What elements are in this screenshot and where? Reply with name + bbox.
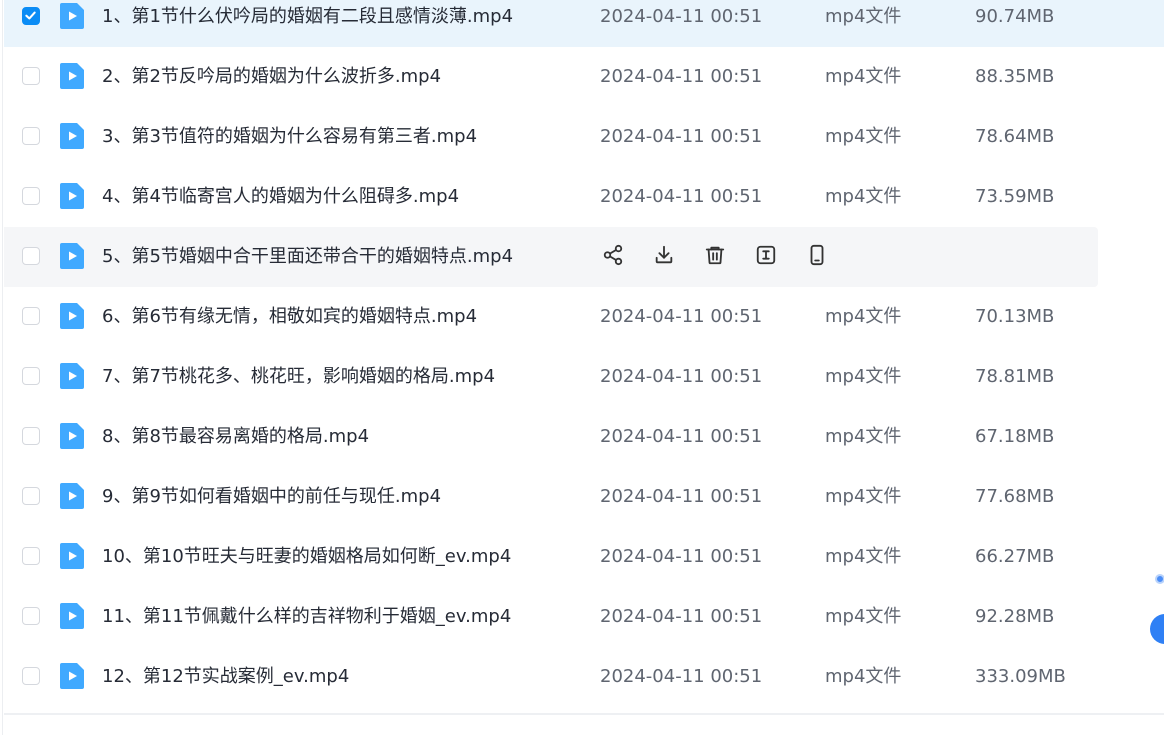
modified-date: 2024-04-11 00:51 xyxy=(600,546,763,567)
modified-date: 2024-04-11 00:51 xyxy=(600,126,763,147)
modified-date: 2024-04-11 00:51 xyxy=(600,426,763,447)
rename-icon xyxy=(755,244,777,270)
video-file-icon xyxy=(60,483,84,509)
video-file-icon xyxy=(60,3,84,29)
download-icon xyxy=(653,244,675,270)
file-list: 1、第1节什么伏吟局的婚姻有二段且感情淡薄.mp4 2024-04-11 00:5… xyxy=(4,0,1164,707)
video-file-icon xyxy=(60,423,84,449)
modified-date: 2024-04-11 00:51 xyxy=(600,666,763,687)
video-file-icon xyxy=(60,543,84,569)
modified-date: 2024-04-11 00:51 xyxy=(600,66,763,87)
video-file-icon xyxy=(60,183,84,209)
file-type: mp4文件 xyxy=(825,366,902,387)
video-file-icon xyxy=(60,303,84,329)
row-checkbox[interactable] xyxy=(22,427,40,445)
file-row[interactable]: 5、第5节婚姻中合干里面还带合干的婚姻特点.mp4 xyxy=(4,227,1098,287)
file-size: 67.18MB xyxy=(975,426,1055,447)
file-type: mp4文件 xyxy=(825,486,902,507)
panel-border xyxy=(2,0,3,735)
modified-date: 2024-04-11 00:51 xyxy=(600,6,763,27)
row-checkbox[interactable] xyxy=(22,367,40,385)
file-size: 90.74MB xyxy=(975,6,1055,27)
file-type: mp4文件 xyxy=(825,606,902,627)
list-bottom-divider xyxy=(4,713,1164,715)
file-type: mp4文件 xyxy=(825,6,902,27)
modified-date: 2024-04-11 00:51 xyxy=(600,306,763,327)
file-row[interactable]: 6、第6节有缘无情，相敬如宾的婚姻特点.mp4 2024-04-11 00:51 m… xyxy=(4,287,1164,347)
video-file-icon xyxy=(60,363,84,389)
row-checkbox[interactable] xyxy=(22,547,40,565)
file-list-page: 1、第1节什么伏吟局的婚姻有二段且感情淡薄.mp4 2024-04-11 00:5… xyxy=(0,0,1164,735)
share-icon xyxy=(602,244,624,270)
file-type: mp4文件 xyxy=(825,186,902,207)
file-name[interactable]: 7、第7节桃花多、桃花旺，影响婚姻的格局.mp4 xyxy=(102,347,495,407)
file-type: mp4文件 xyxy=(825,666,902,687)
file-size: 77.68MB xyxy=(975,486,1055,507)
rename-button[interactable] xyxy=(753,244,779,270)
row-checkbox[interactable] xyxy=(22,127,40,145)
row-checkbox[interactable] xyxy=(22,607,40,625)
file-name[interactable]: 9、第9节如何看婚姻中的前任与现任.mp4 xyxy=(102,467,441,527)
video-file-icon xyxy=(60,663,84,689)
row-checkbox[interactable] xyxy=(22,187,40,205)
file-size: 73.59MB xyxy=(975,186,1055,207)
file-type: mp4文件 xyxy=(825,66,902,87)
file-name[interactable]: 6、第6节有缘无情，相敬如宾的婚姻特点.mp4 xyxy=(102,287,477,347)
file-name[interactable]: 4、第4节临寄宫人的婚姻为什么阻碍多.mp4 xyxy=(102,167,459,227)
file-name[interactable]: 1、第1节什么伏吟局的婚姻有二段且感情淡薄.mp4 xyxy=(102,0,513,47)
row-checkbox[interactable] xyxy=(22,7,40,25)
download-button[interactable] xyxy=(651,244,677,270)
file-name[interactable]: 10、第10节旺夫与旺妻的婚姻格局如何断_ev.mp4 xyxy=(102,527,511,587)
modified-date: 2024-04-11 00:51 xyxy=(600,486,763,507)
file-name[interactable]: 12、第12节实战案例_ev.mp4 xyxy=(102,647,349,707)
file-row[interactable]: 2、第2节反吟局的婚姻为什么波折多.mp4 2024-04-11 00:51 mp4… xyxy=(4,47,1164,107)
video-file-icon xyxy=(60,123,84,149)
file-type: mp4文件 xyxy=(825,546,902,567)
modified-date: 2024-04-11 00:51 xyxy=(600,606,763,627)
row-checkbox[interactable] xyxy=(22,67,40,85)
file-row[interactable]: 9、第9节如何看婚姻中的前任与现任.mp4 2024-04-11 00:51 mp4… xyxy=(4,467,1164,527)
file-name[interactable]: 5、第5节婚姻中合干里面还带合干的婚姻特点.mp4 xyxy=(102,227,513,287)
delete-icon xyxy=(704,244,726,270)
file-size: 78.64MB xyxy=(975,126,1055,147)
mobile-icon xyxy=(806,244,828,270)
row-checkbox[interactable] xyxy=(22,247,40,265)
row-checkbox[interactable] xyxy=(22,307,40,325)
file-row[interactable]: 10、第10节旺夫与旺妻的婚姻格局如何断_ev.mp4 2024-04-11 00… xyxy=(4,527,1164,587)
file-size: 88.35MB xyxy=(975,66,1055,87)
share-button[interactable] xyxy=(600,244,626,270)
file-name[interactable]: 2、第2节反吟局的婚姻为什么波折多.mp4 xyxy=(102,47,441,107)
check-icon xyxy=(25,11,36,20)
file-size: 78.81MB xyxy=(975,366,1055,387)
file-size: 70.13MB xyxy=(975,306,1055,327)
modified-date: 2024-04-11 00:51 xyxy=(600,186,763,207)
file-row[interactable]: 12、第12节实战案例_ev.mp4 2024-04-11 00:51 mp4文件 3… xyxy=(4,647,1164,707)
file-row[interactable]: 3、第3节值符的婚姻为什么容易有第三者.mp4 2024-04-11 00:51 m… xyxy=(4,107,1164,167)
file-type: mp4文件 xyxy=(825,306,902,327)
video-file-icon xyxy=(60,603,84,629)
file-type: mp4文件 xyxy=(825,426,902,447)
file-name[interactable]: 3、第3节值符的婚姻为什么容易有第三者.mp4 xyxy=(102,107,477,167)
row-checkbox[interactable] xyxy=(22,487,40,505)
file-type: mp4文件 xyxy=(825,126,902,147)
file-row[interactable]: 4、第4节临寄宫人的婚姻为什么阻碍多.mp4 2024-04-11 00:51 mp… xyxy=(4,167,1164,227)
file-row[interactable]: 11、第11节佩戴什么样的吉祥物利于婚姻_ev.mp4 2024-04-11 00… xyxy=(4,587,1164,647)
row-actions xyxy=(600,244,855,270)
file-row[interactable]: 1、第1节什么伏吟局的婚姻有二段且感情淡薄.mp4 2024-04-11 00:5… xyxy=(4,0,1164,47)
mobile-button[interactable] xyxy=(804,244,830,270)
file-row[interactable]: 8、第8节最容易离婚的格局.mp4 2024-04-11 00:51 mp4文件 67… xyxy=(4,407,1164,467)
file-name[interactable]: 8、第8节最容易离婚的格局.mp4 xyxy=(102,407,369,467)
video-file-icon xyxy=(60,243,84,269)
file-size: 66.27MB xyxy=(975,546,1055,567)
delete-button[interactable] xyxy=(702,244,728,270)
file-size: 333.09MB xyxy=(975,666,1066,687)
modified-date: 2024-04-11 00:51 xyxy=(600,366,763,387)
file-row[interactable]: 7、第7节桃花多、桃花旺，影响婚姻的格局.mp4 2024-04-11 00:51… xyxy=(4,347,1164,407)
scroll-indicator[interactable] xyxy=(1155,574,1164,584)
file-size: 92.28MB xyxy=(975,606,1055,627)
file-name[interactable]: 11、第11节佩戴什么样的吉祥物利于婚姻_ev.mp4 xyxy=(102,587,511,647)
video-file-icon xyxy=(60,63,84,89)
row-checkbox[interactable] xyxy=(22,667,40,685)
